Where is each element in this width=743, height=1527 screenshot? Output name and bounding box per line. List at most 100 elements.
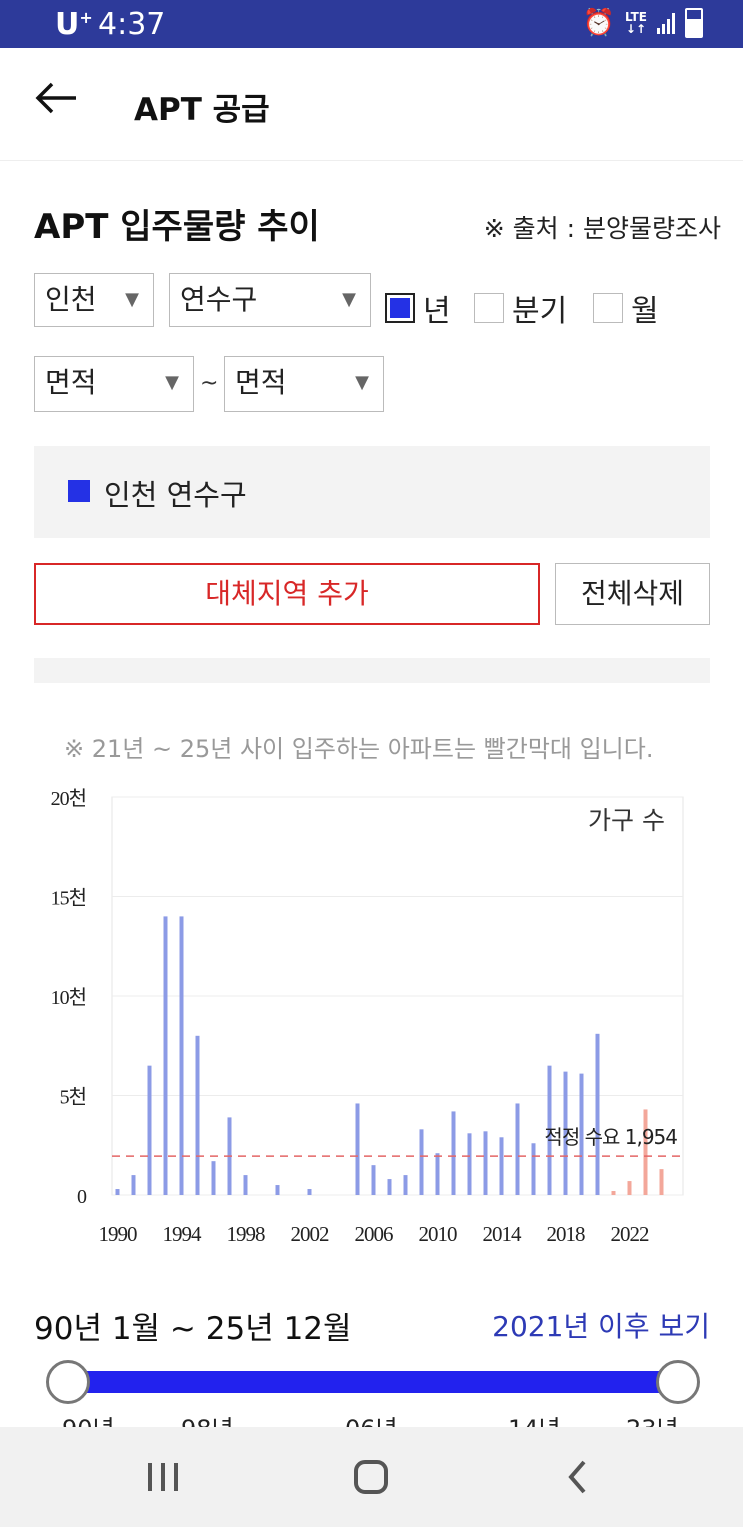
supply-bar-chart: 20천 15천 10천 5천 0 가구 수적정 수요 1,954 1990 1994 1998 2… xyxy=(51,787,684,1246)
dropdown-arrow-icon: ▼ xyxy=(342,289,356,310)
bar-2009 xyxy=(419,1129,424,1195)
period-month-checkbox[interactable]: 월 xyxy=(593,286,659,330)
status-icons: ⏰ LTE ↓↑ xyxy=(583,8,703,38)
x-tick-label: 2014 xyxy=(483,1222,523,1246)
x-tick-label: 1990 xyxy=(99,1222,138,1246)
bar-2010 xyxy=(435,1153,440,1195)
bar-2020 xyxy=(595,1033,600,1195)
period-year-checkbox[interactable]: 년 xyxy=(385,286,451,330)
area-from-select[interactable]: 면적 ▼ xyxy=(34,356,194,412)
carrier-label: U+ xyxy=(55,7,93,42)
recent-apps-icon xyxy=(148,1463,178,1491)
area-from-value: 면적 xyxy=(45,366,97,399)
bar-1996 xyxy=(211,1161,216,1195)
period-quarter-label: 분기 xyxy=(512,294,568,329)
system-back-icon xyxy=(568,1460,586,1494)
alarm-icon: ⏰ xyxy=(582,8,615,38)
bar-2014 xyxy=(499,1137,504,1195)
system-back-button[interactable] xyxy=(566,1457,590,1497)
bar-2013 xyxy=(483,1131,488,1195)
x-tick-label: 2002 xyxy=(291,1222,330,1246)
status-time: 4:37 xyxy=(98,7,166,42)
x-tick-label: 2022 xyxy=(611,1222,650,1246)
reference-label: 적정 수요 1,954 xyxy=(544,1125,677,1149)
status-bar: U+ 4:37 ⏰ LTE ↓↑ xyxy=(0,0,743,48)
region-label[interactable]: 인천 연수구 xyxy=(104,472,247,514)
checkbox-quarter-box[interactable] xyxy=(474,293,504,323)
bar-2002 xyxy=(307,1189,312,1195)
range-slider-end-handle[interactable] xyxy=(656,1360,700,1404)
y-tick-label: 20천 xyxy=(51,787,86,810)
area-to-select[interactable]: 면적 ▼ xyxy=(224,356,384,412)
region-color-swatch xyxy=(68,480,90,502)
y-tick-label: 0 xyxy=(77,1186,87,1208)
dropdown-arrow-icon: ▼ xyxy=(165,372,179,393)
bar-1993 xyxy=(163,916,168,1195)
dropdown-arrow-icon: ▼ xyxy=(355,372,369,393)
divider-strip xyxy=(34,658,710,683)
period-quarter-checkbox[interactable]: 분기 xyxy=(474,286,567,330)
dropdown-arrow-icon: ▼ xyxy=(125,289,139,310)
y-tick-label: 15천 xyxy=(51,887,86,910)
y-tick-label: 5천 xyxy=(60,1086,86,1109)
source-note: ※ 출처 : 분양물량조사 xyxy=(483,214,721,243)
bar-2000 xyxy=(275,1185,280,1195)
range-slider-start-handle[interactable] xyxy=(46,1360,90,1404)
period-year-label: 년 xyxy=(423,294,451,329)
bar-2008 xyxy=(403,1175,408,1195)
checkbox-year-box[interactable] xyxy=(385,293,415,323)
unit-label: 가구 수 xyxy=(588,806,665,835)
bar-2016 xyxy=(531,1143,536,1195)
period-month-label: 월 xyxy=(631,294,659,329)
range-slider-track[interactable] xyxy=(68,1371,678,1393)
province-select[interactable]: 인천 ▼ xyxy=(34,273,154,327)
bar-2021 xyxy=(611,1191,616,1195)
section-title: APT 입주물량 추이 xyxy=(34,207,320,247)
bar-2005 xyxy=(355,1103,360,1195)
province-select-value: 인천 xyxy=(45,283,97,316)
bar-1995 xyxy=(195,1035,200,1195)
district-select[interactable]: 연수구 ▼ xyxy=(169,273,371,327)
bar-2023 xyxy=(643,1109,648,1195)
back-arrow-icon xyxy=(35,82,76,114)
app-bar: APT 공급 xyxy=(0,48,743,161)
page-title: APT 공급 xyxy=(134,92,270,128)
range-label: 90년 1월 ~ 25년 12월 xyxy=(34,1311,352,1347)
x-tick-label: 1994 xyxy=(163,1222,203,1246)
range-separator: ~ xyxy=(200,371,219,396)
lte-icon: LTE ↓↑ xyxy=(624,10,647,36)
chart-note: ※ 21년 ~ 25년 사이 입주하는 아파트는 빨간막대 입니다. xyxy=(64,735,654,763)
clear-all-button[interactable]: 전체삭제 xyxy=(555,563,710,625)
recent-apps-button[interactable] xyxy=(146,1457,180,1497)
system-nav-bar xyxy=(0,1427,743,1527)
signal-icon xyxy=(657,12,675,34)
bar-2024 xyxy=(659,1169,664,1195)
x-tick-label: 2018 xyxy=(547,1222,586,1246)
area-to-value: 면적 xyxy=(235,366,287,399)
bar-1991 xyxy=(131,1175,136,1195)
home-icon xyxy=(354,1460,388,1494)
bar-1994 xyxy=(179,916,184,1195)
x-tick-label: 1998 xyxy=(227,1222,266,1246)
battery-icon xyxy=(685,8,703,38)
back-button[interactable] xyxy=(34,78,82,118)
bar-1998 xyxy=(243,1175,248,1195)
home-button[interactable] xyxy=(353,1457,389,1497)
bar-1990 xyxy=(115,1189,120,1195)
view-after-2021-link[interactable]: 2021년 이후 보기 xyxy=(492,1305,710,1345)
x-tick-label: 2006 xyxy=(355,1222,394,1246)
y-tick-label: 10천 xyxy=(51,986,86,1009)
bar-1992 xyxy=(147,1065,152,1195)
district-select-value: 연수구 xyxy=(180,283,258,316)
add-region-button[interactable]: 대체지역 추가 xyxy=(34,563,540,625)
bar-2012 xyxy=(467,1133,472,1195)
bar-2007 xyxy=(387,1179,392,1195)
bar-2022 xyxy=(627,1181,632,1195)
bar-2006 xyxy=(371,1165,376,1195)
x-tick-label: 2010 xyxy=(419,1222,458,1246)
bar-2015 xyxy=(515,1103,520,1195)
checkbox-month-box[interactable] xyxy=(593,293,623,323)
bar-2011 xyxy=(451,1111,456,1195)
region-list: 인천 연수구 xyxy=(34,446,710,538)
main-content: APT 입주물량 추이 ※ 출처 : 분양물량조사 인천 ▼ 연수구 ▼ 년 분… xyxy=(0,161,743,1443)
